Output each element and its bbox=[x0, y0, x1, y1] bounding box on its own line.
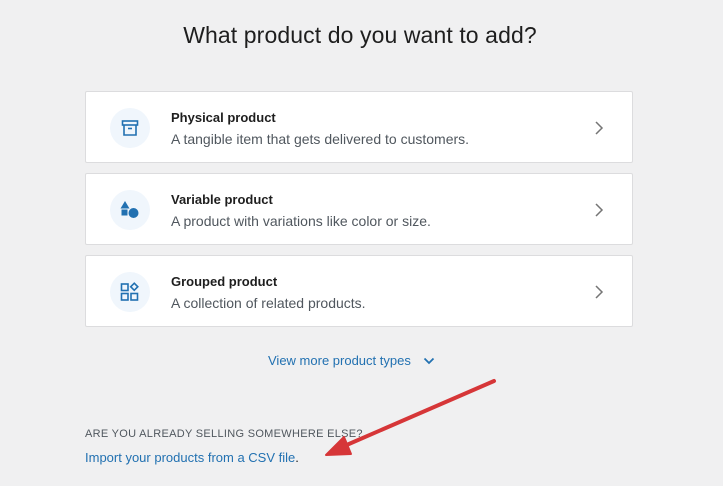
icon-badge bbox=[110, 108, 150, 148]
product-type-title: Grouped product bbox=[171, 274, 278, 289]
chevron-right-icon bbox=[595, 285, 604, 299]
blocks-grid-icon bbox=[120, 282, 139, 301]
archive-box-icon bbox=[121, 120, 139, 136]
import-suffix: . bbox=[295, 450, 299, 465]
view-more-product-types-button[interactable]: View more product types bbox=[268, 353, 435, 368]
product-type-description: A collection of related products. bbox=[171, 295, 366, 311]
chevron-right-icon bbox=[595, 203, 604, 217]
product-type-physical[interactable]: Physical product A tangible item that ge… bbox=[85, 91, 633, 163]
page-title: What product do you want to add? bbox=[183, 22, 537, 48]
product-type-title: Physical product bbox=[171, 110, 276, 125]
product-type-grouped[interactable]: Grouped product A collection of related … bbox=[85, 255, 633, 327]
product-type-description: A product with variations like color or … bbox=[171, 213, 431, 229]
import-section-heading: ARE YOU ALREADY SELLING SOMEWHERE ELSE? bbox=[85, 428, 363, 440]
import-csv-link[interactable]: Import your products from a CSV file bbox=[85, 450, 295, 465]
shapes-icon bbox=[120, 201, 139, 218]
product-type-variable[interactable]: Variable product A product with variatio… bbox=[85, 173, 633, 245]
product-type-title: Variable product bbox=[171, 192, 273, 207]
chevron-down-icon bbox=[423, 357, 434, 364]
view-more-label: View more product types bbox=[268, 353, 411, 368]
chevron-right-icon bbox=[595, 121, 604, 135]
product-type-description: A tangible item that gets delivered to c… bbox=[171, 131, 470, 147]
icon-badge bbox=[110, 272, 150, 312]
import-line: Import your products from a CSV file. bbox=[85, 450, 299, 465]
icon-badge bbox=[110, 190, 150, 230]
